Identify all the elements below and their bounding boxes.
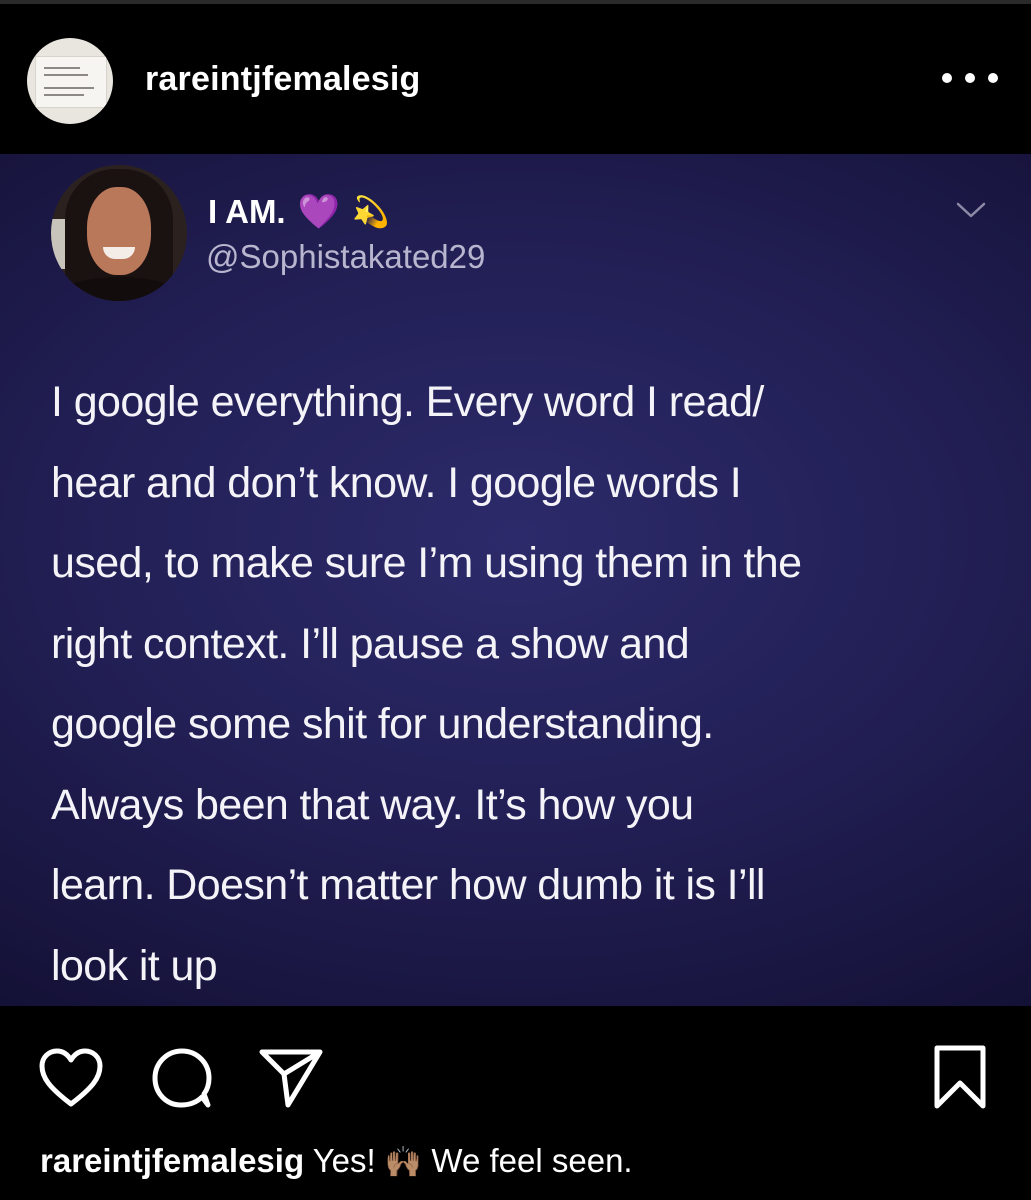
tweet-line: right context. I’ll pause a show and xyxy=(51,619,690,668)
tweet-line: learn. Doesn’t matter how dumb it is I’l… xyxy=(51,861,765,909)
tweet-handle: @Sophistakated29 xyxy=(206,238,486,275)
more-horizontal-icon[interactable] xyxy=(942,66,998,90)
raised-hands-icon: 🙌🏽 xyxy=(384,1145,423,1180)
heart-icon[interactable] xyxy=(38,1048,104,1108)
tweet-display-name: I AM. 💜 💫 xyxy=(208,192,389,232)
post-header: rareintjfemalesig xyxy=(0,4,1031,154)
chevron-down-icon xyxy=(956,202,986,218)
tweet-line: look it up xyxy=(51,941,218,990)
caption-text-after: We feel seen. xyxy=(431,1142,633,1179)
tweet-screenshot: I AM. 💜 💫 @Sophistakated29 I google ever… xyxy=(0,154,1031,1006)
tweet-line: hear and don’t know. I google words I xyxy=(51,458,742,507)
bookmark-icon[interactable] xyxy=(932,1044,988,1110)
dizzy-star-icon: 💫 xyxy=(351,194,390,230)
display-name-text: I AM. xyxy=(208,193,286,230)
purple-heart-icon: 💜 xyxy=(297,192,340,232)
caption-text-before: Yes! xyxy=(312,1142,376,1179)
share-icon[interactable] xyxy=(258,1047,324,1109)
comment-icon[interactable] xyxy=(150,1047,214,1109)
post-username[interactable]: rareintjfemalesig xyxy=(145,60,421,99)
account-avatar[interactable] xyxy=(27,38,113,124)
caption-username[interactable]: rareintjfemalesig xyxy=(40,1142,304,1179)
tweet-line: google some shit for understanding. xyxy=(51,700,714,748)
tweet-author-avatar xyxy=(51,165,187,301)
tweet-line: I google everything. Every word I read/ xyxy=(51,378,764,426)
tweet-body: I google everything. Every word I read/ … xyxy=(51,362,1001,1006)
post-caption: rareintjfemalesig Yes! 🙌🏽 We feel seen. xyxy=(40,1142,633,1180)
tweet-line: Always been that way. It’s how you xyxy=(51,780,694,829)
action-bar xyxy=(0,1006,1031,1136)
tweet-line: used, to make sure I’m using them in the xyxy=(51,539,802,587)
avatar-note-image xyxy=(35,56,107,108)
